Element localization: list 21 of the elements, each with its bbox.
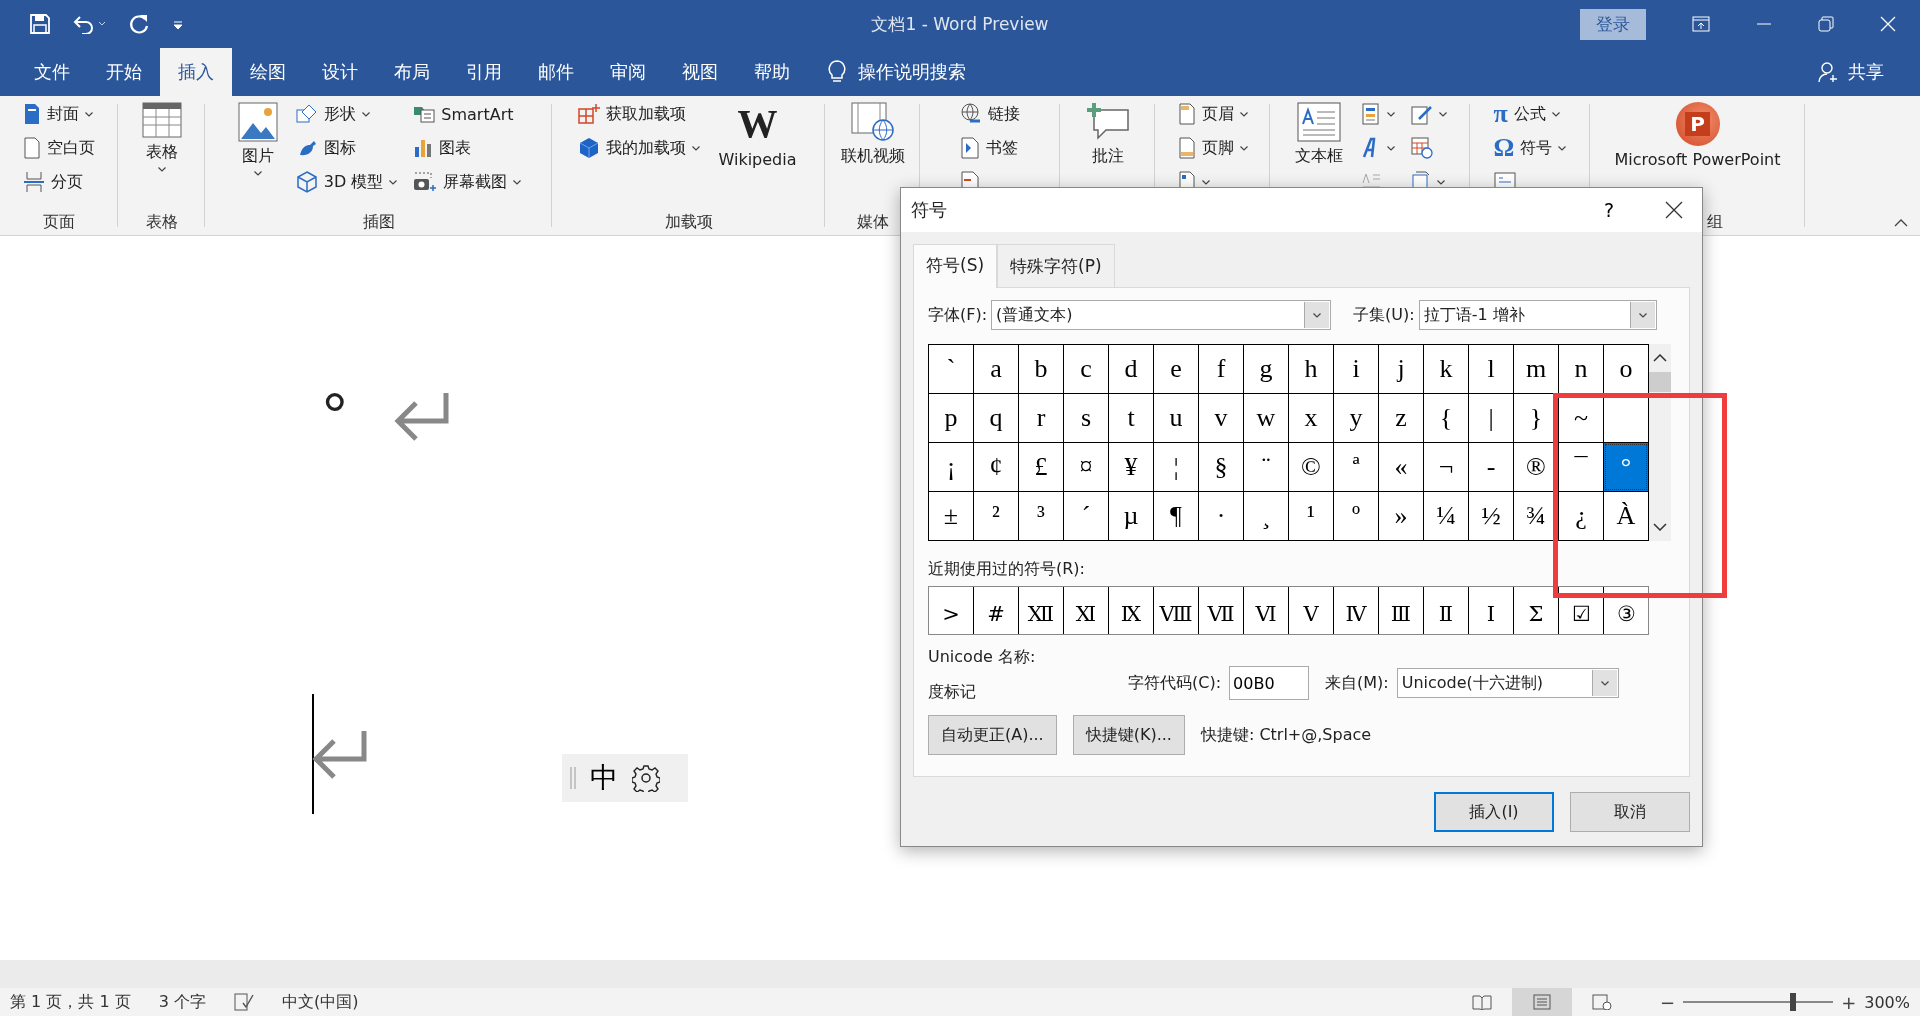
from-label: 来自(M): [1325, 672, 1389, 694]
character-code-label: 字符代码(C): [1128, 672, 1222, 694]
shortcut-text: 快捷键: Ctrl+@,Space [1200, 724, 1372, 746]
powerpoint-logo-icon: P [1675, 102, 1720, 146]
group-label: 组 [1707, 211, 1723, 233]
dialog-title: 符号 [911, 198, 947, 222]
symbol-glyph-icon: π [1493, 102, 1508, 126]
group-label: 页面 [43, 211, 75, 233]
group-label: 加载项 [664, 211, 713, 233]
group-label: 插图 [362, 211, 395, 233]
unicode-name: 度标记 [928, 682, 977, 703]
group-label: 表格 [145, 211, 178, 233]
symbol-glyph-icon: Ω [1493, 136, 1515, 160]
recent-symbols-label: 近期使用过的符号(R): [928, 559, 1085, 578]
window-title: 文档1 - Word Preview [871, 13, 1049, 34]
group-label: 媒体 [856, 211, 889, 233]
wikipedia-logo-icon: W [737, 102, 778, 146]
subset-label: 子集(U): [1353, 304, 1415, 326]
unicode-name-label: Unicode 名称: [928, 647, 1037, 668]
document-text: ° [322, 384, 348, 448]
font-label: 字体(F): [928, 304, 988, 326]
